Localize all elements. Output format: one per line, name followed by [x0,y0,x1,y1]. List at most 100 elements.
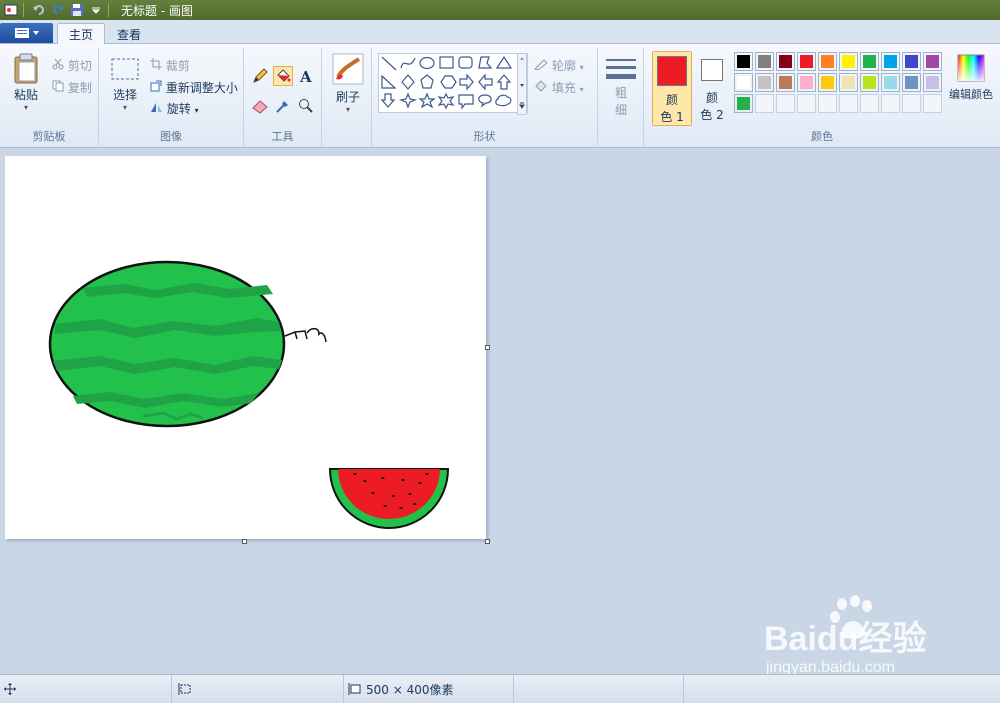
palette-color-swatch[interactable] [797,73,816,92]
drawing-canvas[interactable] [5,156,486,539]
palette-color-swatch[interactable] [923,73,942,92]
baidu-watermark: Baidu经验 jingyan.baidu.com [760,592,960,682]
shapes-scroll[interactable] [517,53,527,115]
color-picker-tool[interactable] [273,96,293,116]
palette-color-swatch[interactable] [797,52,816,71]
pencil-tool[interactable] [250,66,270,86]
eraser-tool[interactable] [250,96,270,116]
shapes-gallery-icons [380,55,513,110]
size-group: 粗 细 [598,48,644,146]
resize-handle-corner[interactable] [485,539,490,544]
palette-color-swatch[interactable] [902,73,921,92]
palette-color-swatch[interactable] [776,73,795,92]
select-icon [111,58,139,80]
fill-bucket-tool[interactable] [273,66,293,86]
color2-swatch [701,59,723,81]
palette-empty-swatch[interactable] [839,94,858,113]
rotate-dropdown-icon[interactable]: ▾ [195,106,199,115]
palette-color-swatch[interactable] [881,73,900,92]
brushes-button[interactable]: 刷子 ▾ [330,53,366,114]
palette-color-swatch[interactable] [860,52,879,71]
copy-icon [52,80,64,92]
canvas-size-icon [348,683,361,695]
cut-button[interactable]: 剪切 [52,57,92,74]
swatch-fill [779,76,792,89]
selection-size-icon [178,683,191,695]
resize-button[interactable]: 重新调整大小 [150,79,238,96]
palette-color-swatch[interactable] [839,52,858,71]
palette-color-swatch[interactable] [776,52,795,71]
crop-button[interactable]: 裁剪 [150,57,190,74]
palette-empty-swatch[interactable] [797,94,816,113]
customize-toolbar-icon[interactable] [88,2,104,18]
paint-menu-button[interactable] [0,23,53,43]
outline-icon [534,59,548,71]
ribbon: 粘贴 ▾ 剪切 复制 剪贴板 选择 ▾ 裁剪 重新调整大小 旋转 ▾ 图像 A … [0,44,1000,148]
shapes-gallery [378,53,528,113]
swatch-fill [842,76,855,89]
tab-view[interactable]: 查看 [106,23,152,45]
swatch-fill [884,76,897,89]
redo-icon[interactable] [50,2,66,18]
shapes-group-label: 形状 [473,130,496,143]
file-size [514,675,684,703]
palette-color-swatch[interactable] [860,73,879,92]
palette-color-swatch[interactable] [818,73,837,92]
palette-color-swatch[interactable] [902,52,921,71]
palette-empty-swatch[interactable] [881,94,900,113]
select-button[interactable]: 选择 ▾ [107,56,143,112]
palette-color-swatch[interactable] [734,94,753,113]
outline-button[interactable]: 轮廓 ▾ [534,57,584,74]
palette-color-swatch[interactable] [734,73,753,92]
palette-empty-swatch[interactable] [902,94,921,113]
palette-color-swatch[interactable] [755,73,774,92]
swatch-fill [758,55,771,68]
palette-empty-swatch[interactable] [923,94,942,113]
save-icon[interactable] [69,2,85,18]
palette-color-swatch[interactable] [818,52,837,71]
palette-color-swatch[interactable] [881,52,900,71]
fill-button[interactable]: 填充 ▾ [534,79,584,96]
brushes-dropdown-icon[interactable]: ▾ [346,105,350,114]
paint-app-icon[interactable] [3,2,19,18]
paste-label: 粘贴 [13,88,38,102]
rotate-button[interactable]: 旋转 ▾ [150,100,199,117]
palette-empty-swatch[interactable] [860,94,879,113]
color1-button[interactable]: 颜 色 1 [652,51,692,126]
scissors-icon [52,58,64,70]
swatch-fill [905,76,918,89]
resize-handle-bottom[interactable] [242,539,247,544]
fill-dropdown-icon[interactable]: ▾ [580,85,584,94]
paste-button[interactable]: 粘贴 ▾ [8,52,44,112]
watermark-brand-text: Baidu经验 [764,619,926,658]
swatch-fill [737,76,750,89]
palette-empty-swatch[interactable] [818,94,837,113]
palette-color-swatch[interactable] [734,52,753,71]
magnifier-tool[interactable] [296,96,316,116]
colors-group: 颜 色 1 颜 色 2 编辑颜色 颜色 [644,48,1000,146]
palette-empty-swatch[interactable] [755,94,774,113]
undo-icon[interactable] [31,2,47,18]
size-button[interactable]: 粗 细 [603,56,639,118]
eraser-icon [252,100,268,114]
outline-dropdown-icon[interactable]: ▾ [580,63,584,72]
palette-color-swatch[interactable] [923,52,942,71]
palette-empty-swatch[interactable] [776,94,795,113]
palette-color-swatch[interactable] [755,52,774,71]
tab-home[interactable]: 主页 [57,23,106,45]
resize-handle-right[interactable] [485,345,490,350]
swatch-fill [842,55,855,68]
select-dropdown-icon[interactable]: ▾ [123,103,127,112]
palette-color-swatch[interactable] [839,73,858,92]
status-bar: 500 × 400像素 [0,674,1000,703]
copy-button[interactable]: 复制 [52,79,92,96]
outline-label: 轮廓 [551,59,576,73]
swatch-fill [800,55,813,68]
text-tool[interactable]: A [296,66,316,86]
paste-dropdown-icon[interactable]: ▾ [24,103,28,112]
line-width-icon [606,59,636,79]
size-label-top: 粗 [614,86,627,100]
edit-colors-button[interactable]: 编辑颜色 [946,54,996,102]
ribbon-tab-row: 主页 查看 [0,20,1000,45]
color2-button[interactable]: 颜 色 2 [698,51,726,126]
